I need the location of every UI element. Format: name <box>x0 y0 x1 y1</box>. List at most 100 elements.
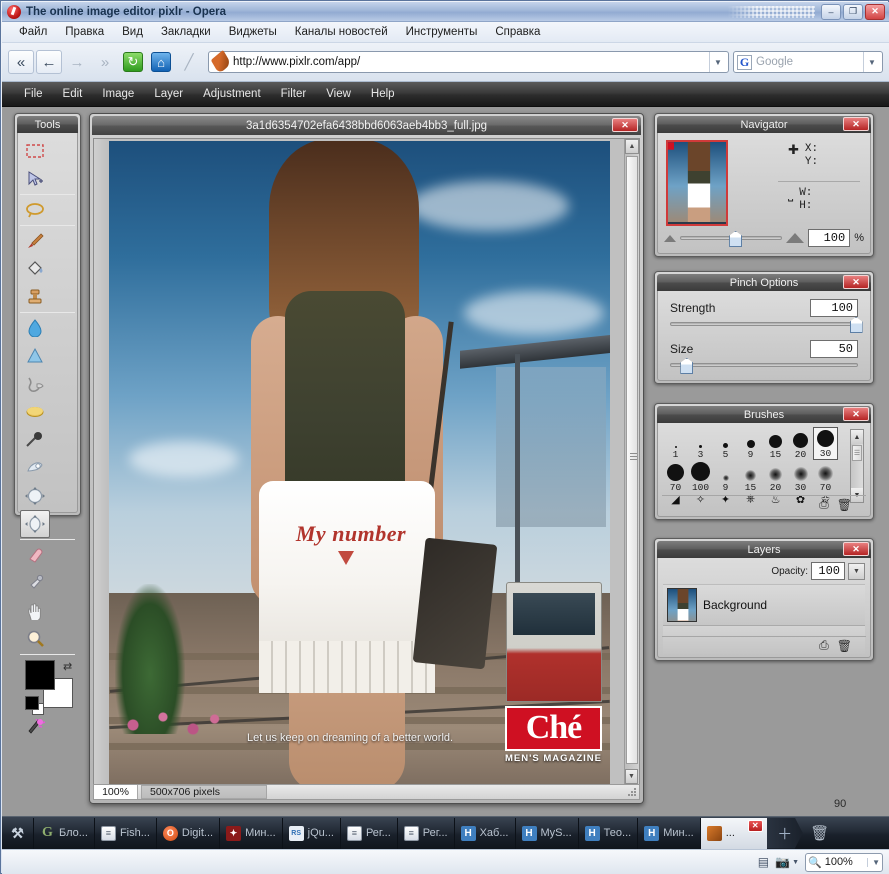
sponge-tool[interactable] <box>20 398 50 426</box>
brush-item[interactable]: 30 <box>788 460 813 493</box>
zoom-out-icon[interactable] <box>664 234 676 242</box>
eraser-tool[interactable] <box>20 541 50 569</box>
size-slider[interactable] <box>670 358 858 374</box>
wand-button[interactable]: ╱ <box>176 50 202 74</box>
tab-close-button[interactable]: ✕ <box>747 819 763 832</box>
canvas-zoom-value[interactable]: 100% <box>94 785 138 799</box>
pixlr-menu-view[interactable]: View <box>316 86 361 102</box>
menu-bookmarks[interactable]: Закладки <box>152 24 220 40</box>
tab-fish[interactable]: ≡ Fish... <box>95 817 157 849</box>
tab-blogger[interactable]: G Бло... <box>34 817 95 849</box>
burn-tool[interactable] <box>20 454 50 482</box>
image-window-close-button[interactable]: ✕ <box>612 118 638 132</box>
menu-widgets[interactable]: Виджеты <box>220 24 286 40</box>
brush-item[interactable]: 20 <box>788 427 813 460</box>
address-bar[interactable]: http://www.pixlr.com/app/ ▼ <box>208 49 729 75</box>
opacity-value[interactable]: 100 <box>811 562 845 580</box>
forward-button[interactable]: → <box>64 50 90 74</box>
brush-item[interactable]: 70 <box>663 460 688 493</box>
pinch-tool[interactable] <box>20 510 50 538</box>
size-value[interactable]: 50 <box>810 340 858 358</box>
tab-digit[interactable]: O Digit... <box>157 817 221 849</box>
tab-reg-1[interactable]: ≡ Рег... <box>341 817 398 849</box>
home-button[interactable]: ⌂ <box>148 50 174 74</box>
pixlr-menu-help[interactable]: Help <box>361 86 405 102</box>
brush-item[interactable]: 70 <box>813 460 838 493</box>
sharpen-tool[interactable] <box>20 342 50 370</box>
hand-tool[interactable] <box>20 597 50 625</box>
move-tool[interactable] <box>20 165 50 193</box>
trash-icon[interactable]: 🗑 <box>837 639 852 653</box>
minimize-button[interactable]: – <box>821 3 841 20</box>
tab-reg-2[interactable]: ≡ Рег... <box>398 817 455 849</box>
new-brush-icon[interactable]: ⎙ <box>819 497 829 512</box>
navigator-zoom-slider-thumb[interactable] <box>729 231 743 247</box>
brush-item[interactable]: 9 <box>738 427 763 460</box>
address-dropdown-icon[interactable]: ▼ <box>709 52 726 72</box>
images-toggle-icon[interactable]: ▤ <box>758 855 769 869</box>
menu-edit[interactable]: Правка <box>56 24 113 40</box>
maximize-button[interactable]: ❐ <box>843 3 863 20</box>
brushes-scrollbar[interactable]: ▲ ☰ ▼ <box>850 429 864 503</box>
tab-min-2[interactable]: H Мин... <box>638 817 701 849</box>
trash-icon[interactable]: 🗑 <box>803 818 837 849</box>
pixlr-menu-image[interactable]: Image <box>92 86 144 102</box>
menu-feeds[interactable]: Каналы новостей <box>286 24 397 40</box>
smudge-tool[interactable] <box>20 370 50 398</box>
default-foreground-swatch[interactable] <box>25 696 39 710</box>
paint-bucket-tool[interactable] <box>20 255 50 283</box>
new-layer-icon[interactable]: ⎙ <box>819 638 829 653</box>
window-resize-grip[interactable] <box>627 787 637 797</box>
pixlr-menu-edit[interactable]: Edit <box>53 86 93 102</box>
camera-icon[interactable]: 📷 ▼ <box>775 855 799 869</box>
swap-colors-icon[interactable]: ⇄ <box>63 660 72 673</box>
layer-list-item[interactable]: Background <box>663 584 865 626</box>
navigator-zoom-slider[interactable] <box>680 231 783 247</box>
image-window-titlebar[interactable]: 3a1d6354702efa6438bbd6063aeb4bb3_full.jp… <box>92 116 641 135</box>
menu-file[interactable]: Файл <box>10 24 56 40</box>
scrollbar-thumb[interactable] <box>626 156 638 764</box>
strength-slider[interactable] <box>670 317 863 333</box>
zoom-value[interactable]: 100% <box>825 856 864 868</box>
size-slider-thumb[interactable] <box>680 358 694 374</box>
brush-item[interactable]: 1 <box>663 427 688 460</box>
tab-min-1[interactable]: ✦ Мин... <box>220 817 283 849</box>
pinch-options-titlebar[interactable]: Pinch Options ✕ <box>657 274 871 291</box>
rewind-button[interactable]: « <box>8 50 34 74</box>
brushes-scrollbar-thumb[interactable]: ☰ <box>852 445 862 461</box>
back-button[interactable]: ← <box>36 50 62 74</box>
image-viewport[interactable]: My number Let us keep on dreaming of a b… <box>109 141 610 786</box>
menu-view[interactable]: Вид <box>113 24 152 40</box>
brushes-scroll-up-button[interactable]: ▲ <box>851 430 863 444</box>
tab-pixlr-active[interactable]: ... ✕ <box>700 817 767 849</box>
brush-item[interactable]: 20 <box>763 460 788 493</box>
navigator-thumbnail[interactable] <box>666 140 728 226</box>
pixlr-menu-adjustment[interactable]: Adjustment <box>193 86 271 102</box>
wand-select-tool[interactable] <box>20 714 50 742</box>
tab-mysql[interactable]: H MyS... <box>516 817 579 849</box>
tab-habr[interactable]: H Хаб... <box>455 817 516 849</box>
brush-item[interactable]: 5 <box>713 427 738 460</box>
fast-forward-button[interactable]: » <box>92 50 118 74</box>
url-text[interactable]: http://www.pixlr.com/app/ <box>233 56 709 68</box>
close-button[interactable]: ✕ <box>865 3 885 20</box>
scroll-up-button[interactable]: ▲ <box>625 139 639 154</box>
navigator-zoom-value[interactable]: 100 <box>808 229 851 247</box>
eyedropper-tool[interactable] <box>20 569 50 597</box>
pixlr-menu-filter[interactable]: Filter <box>271 86 317 102</box>
blur-tool[interactable] <box>20 314 50 342</box>
menu-tools[interactable]: Инструменты <box>397 24 487 40</box>
brush-tool[interactable] <box>20 227 50 255</box>
trash-icon[interactable]: 🗑 <box>837 498 852 512</box>
brushes-titlebar[interactable]: Brushes ✕ <box>657 406 871 423</box>
search-input[interactable]: Google <box>756 56 863 68</box>
pixlr-menu-layer[interactable]: Layer <box>144 86 193 102</box>
tabbar-tools-button[interactable]: ⚒ <box>2 817 34 849</box>
layers-titlebar[interactable]: Layers ✕ <box>657 541 871 558</box>
foreground-color-swatch[interactable] <box>25 660 55 690</box>
brush-item[interactable]: 9 <box>713 460 738 493</box>
zoom-in-icon[interactable] <box>786 233 805 243</box>
pixlr-menu-file[interactable]: File <box>14 86 53 102</box>
brushes-close-button[interactable]: ✕ <box>843 407 869 421</box>
zoom-tool[interactable] <box>20 625 50 653</box>
